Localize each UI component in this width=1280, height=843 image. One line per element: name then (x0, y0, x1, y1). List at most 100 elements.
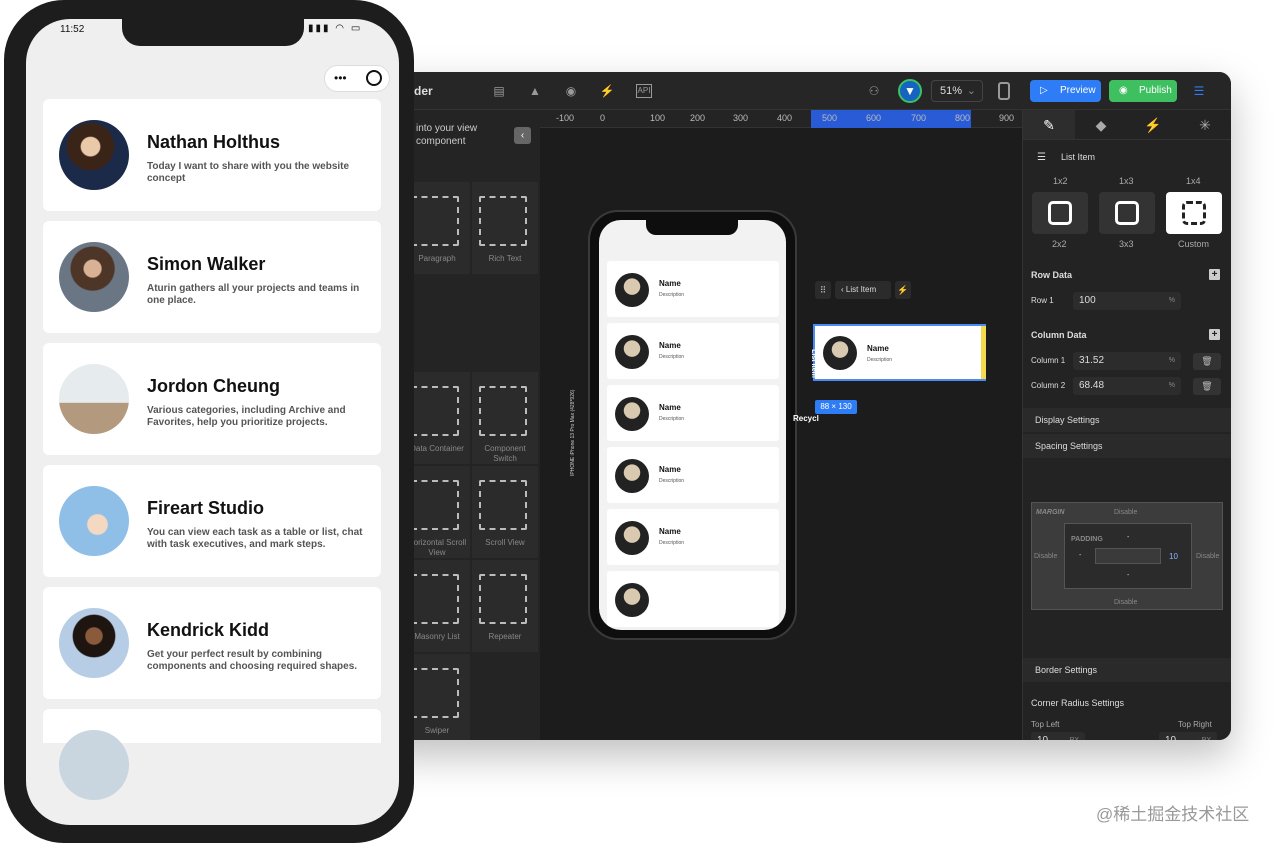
profile-description: Various categories, including Archive an… (147, 405, 346, 428)
list-item[interactable]: Name Description (607, 385, 779, 441)
properties-panel: ✎ ◆ ⚡ ✳ ☰ List Item 1x2 1x3 1x4 2x2 3x3 … (1022, 110, 1231, 740)
grid-option-3x3[interactable] (1099, 192, 1155, 234)
recycle-tag: Recycl (793, 414, 819, 423)
padding-bottom-value[interactable]: - (1127, 572, 1129, 579)
list-item[interactable]: Name Description (607, 261, 779, 317)
top-left-input[interactable]: 10 PX (1031, 732, 1085, 740)
profile-description: Get your perfect result by combining com… (147, 649, 358, 672)
list-item[interactable]: Name Description (607, 447, 779, 503)
avatar (823, 336, 857, 370)
design-canvas[interactable]: IPHONE iPhone 13 Pro Max (428*926) Name D… (540, 128, 1022, 740)
close-target-icon[interactable] (366, 70, 382, 86)
publish-button[interactable]: ◉ Publish (1109, 80, 1177, 102)
item-description: Description (659, 478, 685, 484)
col2-input[interactable]: 68.48% (1073, 377, 1181, 395)
tree-icon: ✳ (1199, 117, 1211, 133)
top-right-input[interactable]: 10 PX (1159, 732, 1217, 740)
percent-unit: % (1168, 357, 1175, 364)
grid-label-1x2: 1x2 (1053, 176, 1068, 186)
grid-label-1x4: 1x4 (1186, 176, 1201, 186)
drag-handle-icon[interactable]: ⠿ (815, 281, 831, 299)
list-item-side-tag: List Item (809, 349, 817, 378)
profile-description: Today I want to share with you the websi… (147, 161, 350, 184)
select-parent-button[interactable]: ‹ List Item (835, 281, 891, 299)
avatar (59, 486, 129, 556)
row1-input[interactable]: 100% (1073, 292, 1181, 310)
column-divider-handle[interactable] (981, 326, 986, 379)
profile-card[interactable]: Kendrick Kidd Get your perfect result by… (43, 587, 381, 699)
component-rich-text[interactable]: Rich Text (472, 182, 538, 274)
item-name: Name (659, 279, 681, 288)
col1-value: 31.52 (1079, 355, 1105, 366)
preview-button[interactable]: ▷ Preview (1030, 80, 1101, 102)
component-panel-header: into your view component (416, 123, 478, 147)
bolt-icon[interactable]: ⚡ (598, 82, 616, 100)
action-bolt-icon[interactable]: ⚡ (895, 281, 911, 299)
margin-right-value[interactable]: Disable (1196, 553, 1219, 560)
api-icon[interactable]: API (636, 84, 652, 98)
add-row-button[interactable]: + (1209, 269, 1220, 280)
column-data-title: Column Data (1031, 330, 1087, 340)
blend-icon[interactable]: ◉ (562, 82, 580, 100)
item-description: Description (659, 540, 685, 546)
mini-program-capsule: ••• (324, 65, 390, 92)
add-column-button[interactable]: + (1209, 329, 1220, 340)
zoom-select[interactable]: 51% ⌄ (931, 80, 983, 102)
battery-icon: ▭ (350, 23, 363, 34)
tab-actions[interactable]: ⚡ (1127, 110, 1179, 139)
avatar-icon[interactable]: ▼ (898, 79, 922, 103)
top-left-value: 10 (1037, 735, 1048, 740)
content-box (1095, 548, 1161, 564)
profile-card[interactable]: Simon Walker Aturin gathers all your pro… (43, 221, 381, 333)
list-item[interactable]: Name Description (607, 509, 779, 565)
col1-input[interactable]: 31.52% (1073, 352, 1181, 370)
profile-card[interactable] (43, 709, 381, 800)
canvas-phone-frame: Name Description Name Description Name Desc… (588, 210, 797, 640)
page-icon[interactable]: ▤ (490, 82, 508, 100)
padding-top-value[interactable]: - (1127, 534, 1129, 541)
margin-top-value[interactable]: Disable (1114, 509, 1137, 516)
row1-label: Row 1 (1031, 296, 1054, 305)
display-settings-section[interactable]: Display Settings (1023, 408, 1231, 432)
diamond-icon: ◆ (1095, 117, 1107, 133)
more-icon[interactable]: ••• (334, 71, 347, 85)
margin-bottom-value[interactable]: Disable (1114, 599, 1137, 606)
list-item[interactable] (607, 571, 779, 627)
border-settings-section[interactable]: Border Settings (1023, 658, 1231, 682)
item-description: Description (867, 357, 893, 363)
selected-list-item[interactable]: Name Description (813, 324, 986, 381)
component-repeater[interactable]: Repeater (472, 560, 538, 652)
padding-box: PADDING - - 10 - (1064, 523, 1192, 589)
item-description: Description (659, 416, 685, 422)
ruler-tick: 200 (690, 113, 706, 123)
users-icon[interactable]: ⚇ (865, 82, 883, 100)
profile-name: Kendrick Kidd (147, 620, 270, 640)
delete-col1-button[interactable]: 🗑 (1193, 353, 1221, 370)
status-time: 11:52 (60, 24, 85, 35)
component-switch[interactable]: Component Switch (472, 372, 538, 464)
spacing-settings-section[interactable]: Spacing Settings (1023, 434, 1231, 458)
profile-card[interactable]: Nathan Holthus Today I want to share wit… (43, 99, 381, 211)
triangle-icon[interactable]: ▲ (526, 82, 544, 100)
component-label: Rich Text (488, 254, 522, 263)
profile-card[interactable]: Fireart Studio You can view each task as… (43, 465, 381, 577)
watermark: @稀土掘金技术社区 (1096, 805, 1250, 824)
tab-data[interactable]: ✳ (1179, 110, 1231, 139)
padding-label: PADDING (1071, 536, 1103, 543)
padding-left-value[interactable]: - (1079, 552, 1081, 559)
selected-component-label: List Item (845, 285, 877, 294)
grid-option-custom[interactable] (1166, 192, 1222, 234)
tab-layout[interactable]: ◆ (1075, 110, 1127, 139)
component-scroll-view[interactable]: Scroll View (472, 466, 538, 558)
padding-right-value[interactable]: 10 (1169, 552, 1178, 561)
list-icon: ☰ (1037, 152, 1046, 163)
settings-sliders-icon[interactable]: ☰ (1190, 82, 1208, 100)
margin-left-value[interactable]: Disable (1034, 553, 1057, 560)
list-item[interactable]: Name Description (607, 323, 779, 379)
profile-card[interactable]: Jordon Cheung Various categories, includ… (43, 343, 381, 455)
delete-col2-button[interactable]: 🗑 (1193, 378, 1221, 395)
grid-option-2x2[interactable] (1032, 192, 1088, 234)
collapse-panel-button[interactable]: ‹ (514, 127, 531, 144)
device-icon[interactable] (998, 82, 1010, 100)
tab-style[interactable]: ✎ (1023, 110, 1075, 139)
